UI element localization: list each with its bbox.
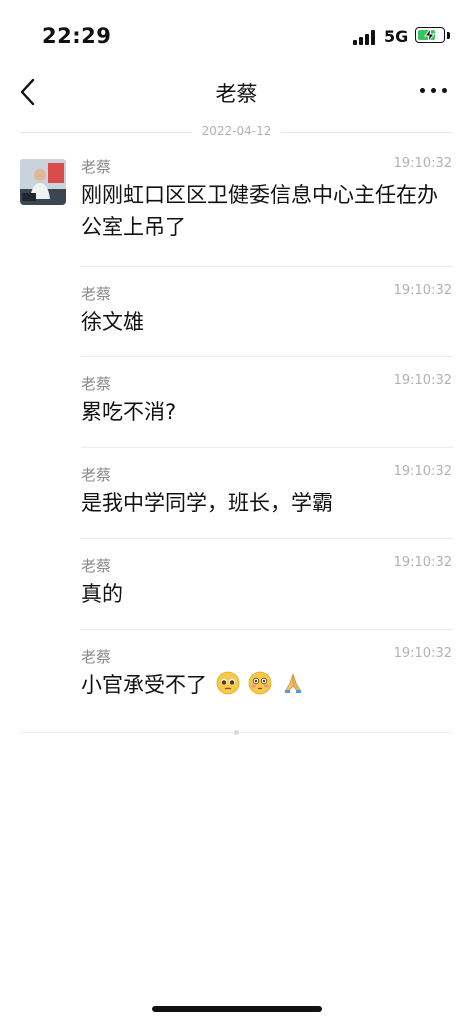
message-text: 刚刚虹口区区卫健委信息中心主任在办公室上吊了 xyxy=(81,183,438,239)
divider xyxy=(81,629,453,630)
flushed-face-icon xyxy=(248,671,272,695)
sender-name: 老蔡 xyxy=(81,158,112,176)
message-time: 19:10:32 xyxy=(393,373,452,388)
charging-bolt-icon xyxy=(424,27,435,43)
divider xyxy=(81,266,453,267)
home-indicator[interactable] xyxy=(152,1006,322,1012)
end-marker xyxy=(234,730,239,735)
sender-name: 老蔡 xyxy=(81,285,112,303)
date-separator: 2022-04-12 xyxy=(20,122,453,142)
message-time: 19:10:32 xyxy=(393,464,452,479)
message-time: 19:10:32 xyxy=(393,646,452,661)
avatar[interactable] xyxy=(20,159,66,205)
message-item[interactable]: 老蔡 19:10:32 刚刚虹口区区卫健委信息中心主任在办公室上吊了 xyxy=(81,156,453,256)
sender-name: 老蔡 xyxy=(81,466,112,484)
divider xyxy=(81,356,453,357)
divider xyxy=(81,538,453,539)
message-text: 是我中学同学，班长，学霸 xyxy=(81,491,333,515)
divider xyxy=(81,447,453,448)
message-item[interactable]: 老蔡 19:10:32 徐文雄 xyxy=(81,283,453,353)
pleading-face-icon xyxy=(216,671,240,695)
message-text: 真的 xyxy=(81,582,123,606)
message-text: 徐文雄 xyxy=(81,310,144,334)
status-bar: 22:29 5G xyxy=(0,0,473,72)
message-time: 19:10:32 xyxy=(393,156,452,171)
signal-icon xyxy=(353,30,379,45)
status-time: 22:29 xyxy=(42,24,112,48)
message-time: 19:10:32 xyxy=(393,283,452,298)
message-item[interactable]: 老蔡 19:10:32 是我中学同学，班长，学霸 xyxy=(81,464,453,534)
network-label: 5G xyxy=(384,27,409,46)
sender-name: 老蔡 xyxy=(81,557,112,575)
message-item[interactable]: 老蔡 19:10:32 真的 xyxy=(81,555,453,625)
message-item[interactable]: 老蔡 19:10:32 累吃不消? xyxy=(81,373,453,443)
message-item[interactable]: 老蔡 19:10:32 小官承受不了 xyxy=(81,646,453,716)
message-text: 累吃不消? xyxy=(81,400,177,424)
folded-hands-icon xyxy=(285,673,302,693)
message-content: 小官承受不了 xyxy=(81,669,441,701)
chat-title: 老蔡 xyxy=(215,82,258,106)
message-time: 19:10:32 xyxy=(393,555,452,570)
nav-bar: 老蔡 xyxy=(0,72,473,112)
sender-name: 老蔡 xyxy=(81,648,112,666)
date-label: 2022-04-12 xyxy=(191,124,282,138)
sender-name: 老蔡 xyxy=(81,375,112,393)
battery-cap xyxy=(447,32,450,39)
message-text: 小官承受不了 xyxy=(81,673,207,697)
more-options-icon[interactable] xyxy=(418,86,450,96)
